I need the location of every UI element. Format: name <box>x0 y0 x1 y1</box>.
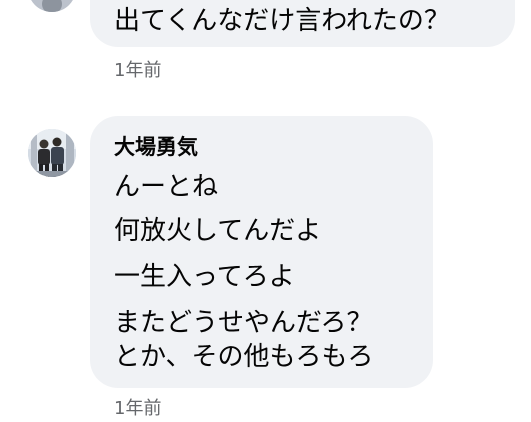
avatar-photo-icon <box>28 129 76 177</box>
avatar-photo-icon <box>28 0 76 12</box>
comment-text-line: とか、その他もろもろ <box>114 342 374 372</box>
comment-text-line: んーとね <box>114 172 219 202</box>
comment-text-line: またどうせやんだろ？ <box>114 308 373 338</box>
comment-text-line: 何放火してんだよ <box>114 216 322 246</box>
comment-author-name[interactable]: 大場勇気 <box>114 134 198 160</box>
previous-comment-bubble: 出てくんなだけ言われたの？ <box>90 0 515 47</box>
comment-bubble: 大場勇気 んーとね 何放火してんだよ 一生入ってろよ またどうせやんだろ？ とか… <box>90 116 433 388</box>
previous-commenter-avatar[interactable] <box>28 0 76 12</box>
previous-comment-text: 出てくんなだけ言われたの？ <box>114 6 450 36</box>
comment-text-line: 一生入ってろよ <box>114 262 295 292</box>
commenter-avatar[interactable] <box>28 129 76 177</box>
comment-timestamp[interactable]: 1年前 <box>114 398 161 420</box>
previous-comment-timestamp[interactable]: 1年前 <box>114 60 161 82</box>
